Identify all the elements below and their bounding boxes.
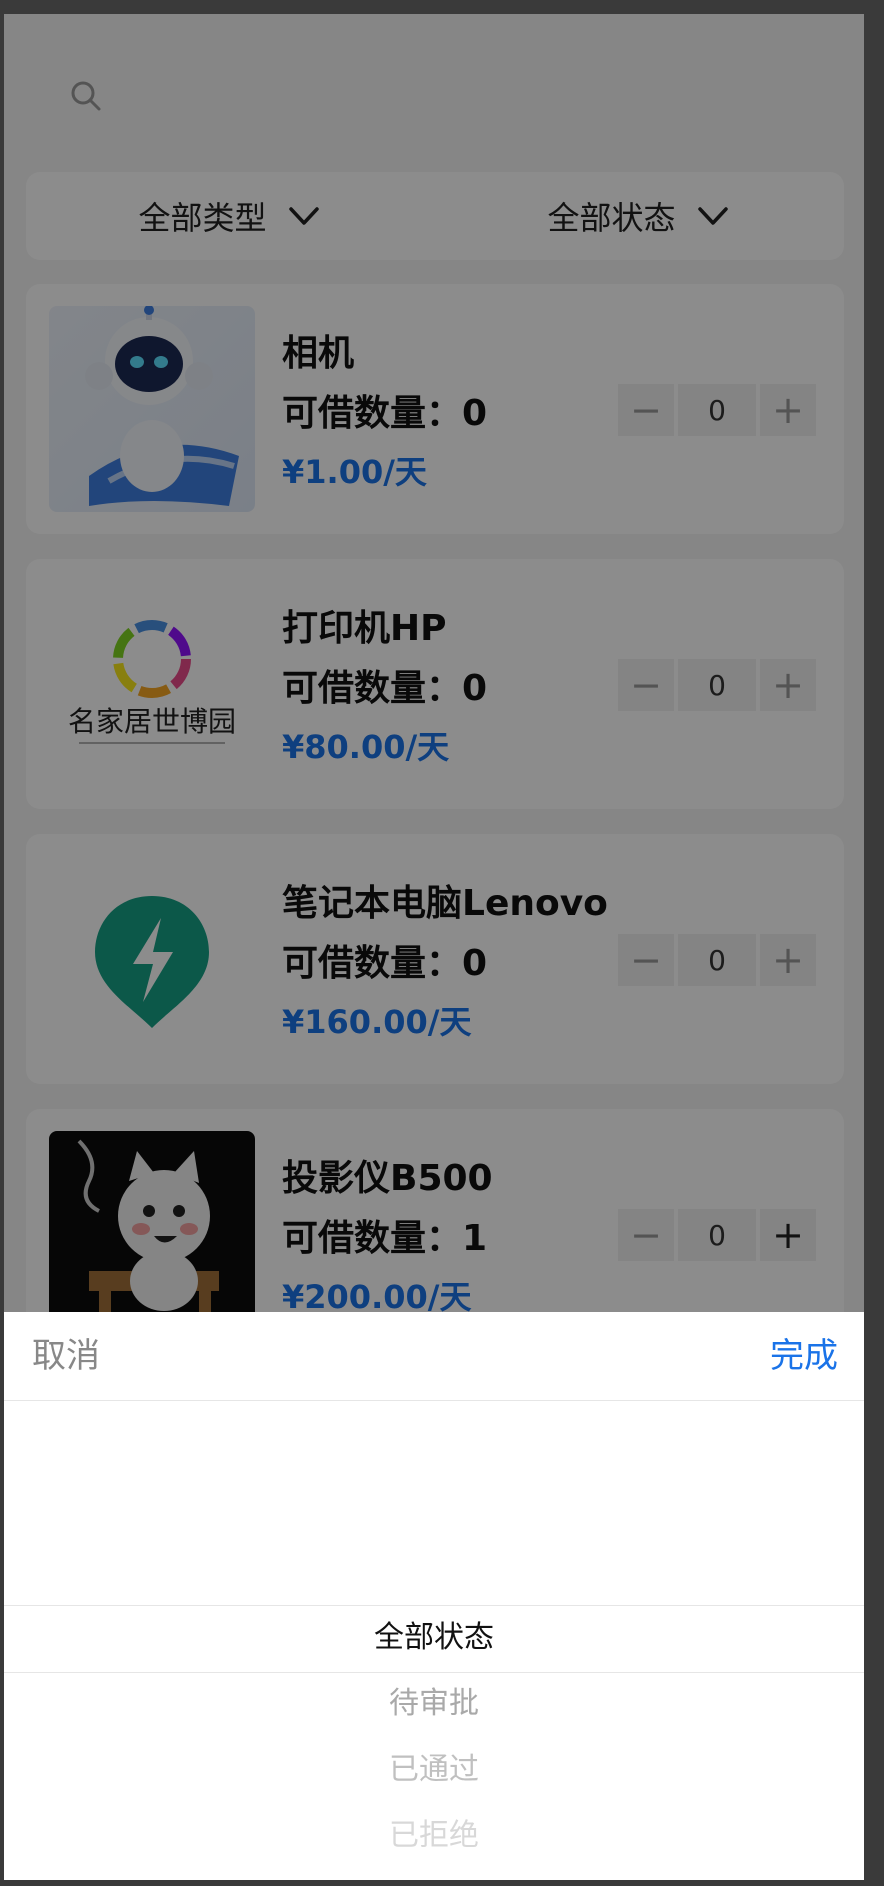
status-picker-wheel[interactable]: 全部状态 待审批 已通过 已拒绝 [4, 1401, 864, 1880]
picker-option[interactable]: 已拒绝 [4, 1803, 864, 1869]
picker-toolbar: 取消 完成 [4, 1312, 864, 1401]
cancel-button[interactable]: 取消 [32, 1312, 100, 1400]
app-frame: 全部类型 全部状态 相机 可借数量：0 ¥1.00/天 − 0 + 名家居世博园… [4, 14, 864, 1880]
picker-option-selected[interactable]: 全部状态 [4, 1605, 864, 1671]
picker-option[interactable]: 待审批 [4, 1671, 864, 1737]
status-picker-sheet: 取消 完成 全部状态 待审批 已通过 已拒绝 [4, 1312, 864, 1880]
done-button[interactable]: 完成 [770, 1312, 838, 1400]
picker-option[interactable]: 已通过 [4, 1737, 864, 1803]
